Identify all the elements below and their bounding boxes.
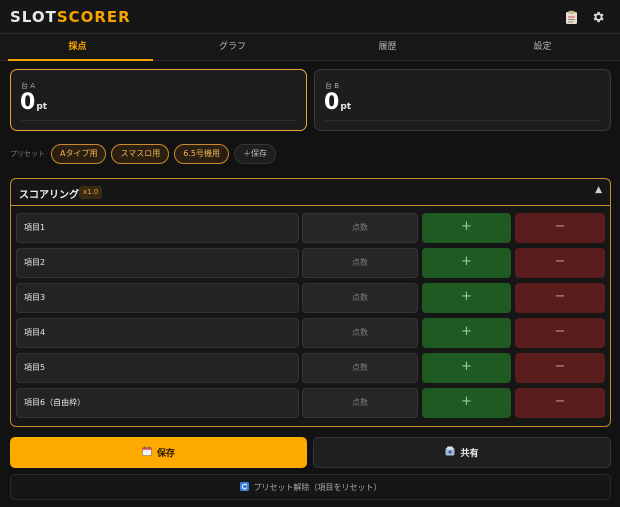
minus-button[interactable]: − <box>515 283 605 313</box>
scoring-panel-header[interactable]: スコアリング x1.0 ▲ <box>11 179 610 206</box>
score-card-b[interactable]: 台 B 0pt <box>314 69 611 131</box>
plus-button[interactable]: + <box>422 213 511 243</box>
points-input[interactable]: 点数 <box>302 283 418 313</box>
plus-button[interactable]: + <box>422 353 511 383</box>
plus-button[interactable]: + <box>422 318 511 348</box>
score-a-number: 0 <box>20 90 36 115</box>
item-label: 項目1 <box>16 213 299 243</box>
score-row: 項目4 点数 + − <box>16 318 606 348</box>
preset-chip-6-5[interactable]: 6.5号機用 <box>174 144 229 164</box>
save-button-label: 保存 <box>156 449 175 459</box>
plus-button[interactable]: + <box>422 388 511 418</box>
share-button-label: 共有 <box>460 449 479 459</box>
collapse-icon[interactable]: ▲ <box>595 185 602 195</box>
preset-row: プリセット Aタイプ用 スマスロ用 6.5号機用 ＋保存 <box>10 144 281 164</box>
points-input[interactable]: 点数 <box>302 318 418 348</box>
preset-chip-a-type[interactable]: Aタイプ用 <box>51 144 107 164</box>
minus-button[interactable]: − <box>515 388 605 418</box>
minus-button[interactable]: − <box>515 353 605 383</box>
share-icon <box>445 446 455 459</box>
tab-history[interactable]: 履歴 <box>310 34 465 60</box>
preset-chip-smart-slot[interactable]: スマスロ用 <box>111 144 170 164</box>
refresh-icon <box>239 481 249 493</box>
calendar-icon <box>142 446 152 459</box>
score-card-a[interactable]: 台 A 0pt <box>10 69 307 131</box>
preset-save-button[interactable]: ＋保存 <box>233 144 276 164</box>
score-b-number: 0 <box>324 90 340 115</box>
save-button[interactable]: 保存 <box>10 437 307 468</box>
score-card-b-value: 0pt <box>324 90 351 115</box>
app-header: SLOTSCORER <box>0 0 620 34</box>
score-a-unit: pt <box>36 102 48 112</box>
score-b-unit: pt <box>340 102 352 112</box>
scoring-title: スコアリング <box>19 190 79 201</box>
item-label: 項目6（自由枠） <box>16 388 299 418</box>
item-label: 項目3 <box>16 283 299 313</box>
score-card-a-divider <box>21 120 296 121</box>
points-input[interactable]: 点数 <box>302 388 418 418</box>
tab-graph[interactable]: グラフ <box>155 34 310 60</box>
item-label: 項目5 <box>16 353 299 383</box>
reset-preset-label: プリセット解除（項目をリセット） <box>253 482 382 492</box>
points-input[interactable]: 点数 <box>302 213 418 243</box>
item-label: 項目4 <box>16 318 299 348</box>
points-input[interactable]: 点数 <box>302 248 418 278</box>
preset-label: プリセット <box>10 150 45 158</box>
score-card-b-divider <box>325 120 600 121</box>
reset-preset-button[interactable]: プリセット解除（項目をリセット） <box>10 474 611 500</box>
brand-text-slot: SLOT <box>10 8 57 26</box>
score-row: 項目1 点数 + − <box>16 213 606 243</box>
minus-button[interactable]: − <box>515 213 605 243</box>
plus-button[interactable]: + <box>422 283 511 313</box>
score-row: 項目5 点数 + − <box>16 353 606 383</box>
scoring-panel: スコアリング x1.0 ▲ 項目1 点数 + − 項目2 点数 + − 項目3 … <box>10 178 611 427</box>
minus-button[interactable]: − <box>515 248 605 278</box>
plus-button[interactable]: + <box>422 248 511 278</box>
clipboard-icon[interactable] <box>563 9 579 25</box>
tab-scoring[interactable]: 採点 <box>0 34 155 61</box>
brand-text-scorer: SCORER <box>56 8 131 26</box>
tab-bar: 採点 グラフ 履歴 設定 <box>0 34 620 61</box>
app-logo: SLOTSCORER <box>10 8 131 26</box>
tab-settings[interactable]: 設定 <box>465 34 620 60</box>
multiplier-badge: x1.0 <box>79 186 103 199</box>
share-button[interactable]: 共有 <box>313 437 611 468</box>
gear-icon[interactable] <box>590 9 606 25</box>
item-label: 項目2 <box>16 248 299 278</box>
score-row: 項目2 点数 + − <box>16 248 606 278</box>
minus-button[interactable]: − <box>515 318 605 348</box>
score-row: 項目3 点数 + − <box>16 283 606 313</box>
score-row: 項目6（自由枠） 点数 + − <box>16 388 606 418</box>
points-input[interactable]: 点数 <box>302 353 418 383</box>
score-card-a-value: 0pt <box>20 90 47 115</box>
